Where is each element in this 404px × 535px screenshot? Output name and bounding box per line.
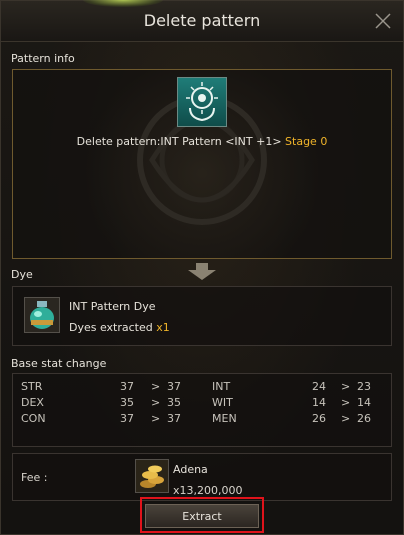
stat-before: 14: [312, 396, 326, 409]
stat-name: STR: [21, 380, 43, 393]
dye-label: Dye: [11, 268, 33, 281]
adena-coins-icon: [135, 459, 169, 493]
stat-name: MEN: [212, 412, 237, 425]
stat-before: 35: [120, 396, 134, 409]
stat-arrow: >: [151, 396, 161, 409]
dyes-extracted-label: Dyes extracted: [69, 321, 153, 334]
stat-arrow: >: [151, 412, 161, 425]
dyes-extracted: Dyes extracted x1: [69, 321, 170, 334]
dye-potion-icon: [24, 297, 60, 333]
delete-pattern-description: Delete pattern:INT Pattern <INT +1>: [76, 135, 282, 148]
fee-label: Fee :: [21, 471, 48, 484]
base-stat-panel: [12, 373, 392, 447]
delete-pattern-text: Delete pattern:INT Pattern <INT +1> Stag…: [1, 135, 403, 148]
stat-name: DEX: [21, 396, 44, 409]
pattern-emblem-icon: [177, 77, 227, 127]
title-glow-decoration: [83, 0, 163, 7]
stat-after: 35: [167, 396, 181, 409]
extract-button[interactable]: Extract: [145, 504, 259, 528]
base-stat-change-label: Base stat change: [11, 357, 107, 370]
stat-arrow: >: [151, 380, 161, 393]
stat-name: CON: [21, 412, 46, 425]
stat-after: 26: [357, 412, 371, 425]
stat-after: 14: [357, 396, 371, 409]
stat-before: 26: [312, 412, 326, 425]
stat-arrow: >: [341, 412, 351, 425]
dye-panel: [12, 286, 392, 346]
arrow-down-icon: [187, 263, 217, 281]
stat-arrow: >: [341, 380, 351, 393]
stat-before: 24: [312, 380, 326, 393]
stat-name: INT: [212, 380, 231, 393]
stat-before: 37: [120, 380, 134, 393]
pattern-info-label: Pattern info: [11, 52, 75, 65]
stat-after: 23: [357, 380, 371, 393]
close-icon[interactable]: [373, 11, 393, 31]
fee-item-name: Adena: [173, 463, 208, 476]
stat-after: 37: [167, 412, 181, 425]
dye-name: INT Pattern Dye: [69, 300, 156, 313]
fee-amount: x13,200,000: [173, 484, 243, 497]
stat-arrow: >: [341, 396, 351, 409]
stat-before: 37: [120, 412, 134, 425]
delete-pattern-window: Delete pattern Pattern info Delete patte…: [0, 0, 404, 535]
stat-name: WIT: [212, 396, 233, 409]
stat-after: 37: [167, 380, 181, 393]
dyes-extracted-count: x1: [156, 321, 170, 334]
window-title: Delete pattern: [143, 11, 261, 30]
pattern-stage: Stage 0: [285, 135, 328, 148]
title-bar[interactable]: Delete pattern: [1, 0, 403, 42]
